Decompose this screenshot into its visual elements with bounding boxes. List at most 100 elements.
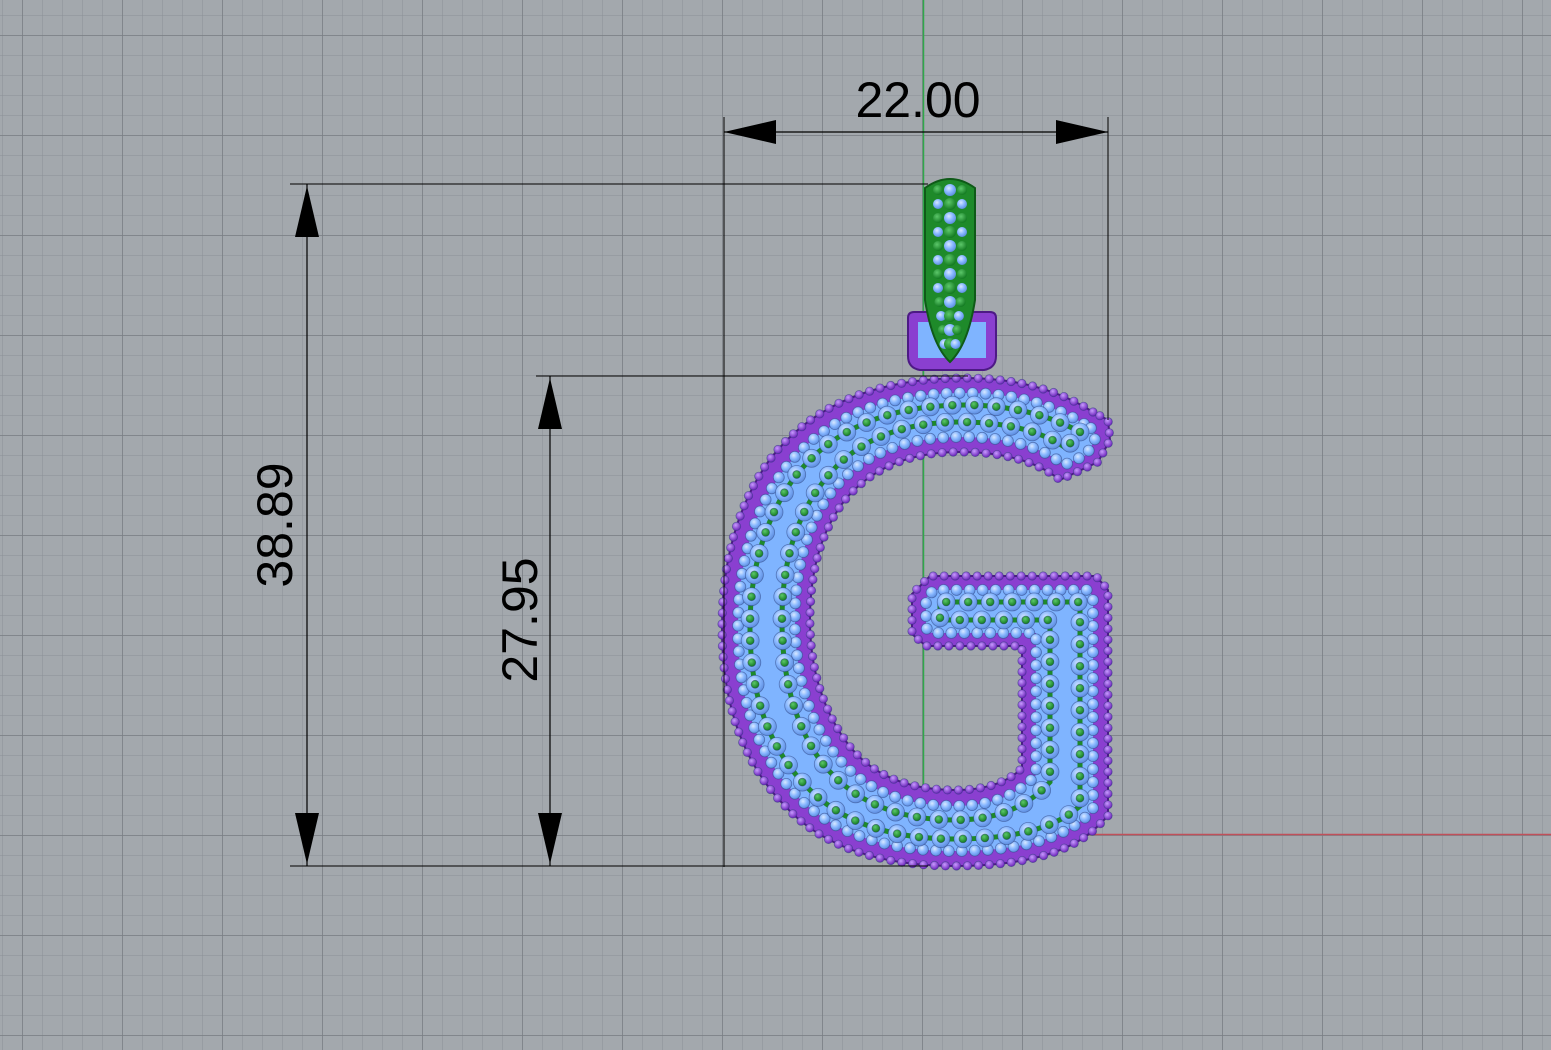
stone xyxy=(784,760,793,770)
stone xyxy=(1030,685,1042,698)
stone xyxy=(1043,615,1053,625)
stone xyxy=(1027,571,1037,581)
stone xyxy=(810,564,820,574)
stone xyxy=(1103,701,1113,711)
stone xyxy=(1092,457,1103,467)
stone xyxy=(1039,850,1049,861)
stone xyxy=(720,575,730,585)
stone xyxy=(1037,786,1046,795)
stone xyxy=(955,641,965,651)
stone xyxy=(780,488,789,498)
stone xyxy=(945,627,958,639)
stone xyxy=(1030,750,1042,763)
stone xyxy=(910,781,920,791)
stone xyxy=(1075,749,1085,759)
stone xyxy=(1028,381,1038,391)
stone xyxy=(726,543,736,553)
stone xyxy=(933,185,943,195)
stone xyxy=(907,376,918,387)
stone xyxy=(763,722,772,731)
stone xyxy=(759,462,770,472)
stone xyxy=(907,615,917,625)
stone xyxy=(721,564,732,574)
stone xyxy=(878,837,891,850)
stone xyxy=(831,805,841,815)
stone xyxy=(970,447,980,457)
stone xyxy=(951,373,961,383)
stone xyxy=(765,784,776,795)
stone xyxy=(918,375,929,385)
stone xyxy=(939,571,949,581)
stone xyxy=(944,254,956,266)
stone xyxy=(877,786,889,798)
stone xyxy=(791,527,801,537)
stone xyxy=(1075,617,1085,627)
stone xyxy=(1045,745,1055,755)
stone xyxy=(789,701,799,710)
stone xyxy=(1079,811,1091,824)
stone xyxy=(850,816,860,825)
stone xyxy=(1010,627,1023,639)
stone xyxy=(1103,668,1113,678)
stone xyxy=(886,380,896,391)
stone xyxy=(928,571,938,581)
stone xyxy=(1103,646,1113,656)
rhino-front-viewport[interactable]: 22.00 38.89 27.95 xyxy=(0,0,1551,1050)
stone xyxy=(813,723,826,736)
stone xyxy=(889,774,899,784)
stone xyxy=(1017,722,1027,732)
stone xyxy=(864,850,875,861)
stone xyxy=(780,801,790,811)
stone xyxy=(1014,782,1027,795)
stone xyxy=(1079,401,1089,411)
viewport-canvas[interactable]: 22.00 38.89 27.95 xyxy=(0,0,1551,1050)
stone xyxy=(950,571,960,581)
stone xyxy=(955,615,965,625)
stone xyxy=(985,597,995,607)
stone xyxy=(761,528,770,537)
stone xyxy=(926,449,936,459)
stone xyxy=(807,433,820,445)
stone xyxy=(1006,421,1016,431)
stone xyxy=(1065,438,1075,448)
stone xyxy=(754,505,766,518)
stone xyxy=(944,641,954,651)
stone xyxy=(1103,712,1113,722)
stone xyxy=(935,613,945,623)
stone xyxy=(914,797,927,810)
stone xyxy=(940,799,953,812)
letter-g-body[interactable] xyxy=(717,373,1114,871)
stone xyxy=(1060,571,1070,581)
stone xyxy=(915,451,926,461)
stone xyxy=(805,596,816,607)
stone xyxy=(1017,645,1027,655)
stone xyxy=(1028,853,1038,864)
stone xyxy=(833,839,844,849)
stone xyxy=(1003,789,1016,801)
stone xyxy=(984,860,995,870)
stone xyxy=(717,641,728,651)
stone xyxy=(1013,405,1023,415)
stone xyxy=(827,714,837,724)
stone xyxy=(865,780,878,793)
stone xyxy=(926,402,935,412)
stone xyxy=(1045,767,1055,777)
stone xyxy=(743,491,754,501)
stone xyxy=(1075,793,1085,803)
stone xyxy=(783,679,793,689)
stone xyxy=(724,695,735,706)
stone xyxy=(1013,454,1024,464)
stone xyxy=(780,436,791,447)
stone xyxy=(1069,838,1079,849)
stone xyxy=(897,857,907,867)
stone xyxy=(1017,678,1027,688)
stone xyxy=(948,447,958,457)
stone xyxy=(805,629,816,640)
bail[interactable] xyxy=(924,178,976,364)
stone xyxy=(857,442,866,452)
stone xyxy=(1017,733,1027,743)
stone xyxy=(1103,602,1113,612)
stone xyxy=(864,386,875,396)
stone xyxy=(933,255,943,265)
pendant-model[interactable] xyxy=(717,178,1114,871)
